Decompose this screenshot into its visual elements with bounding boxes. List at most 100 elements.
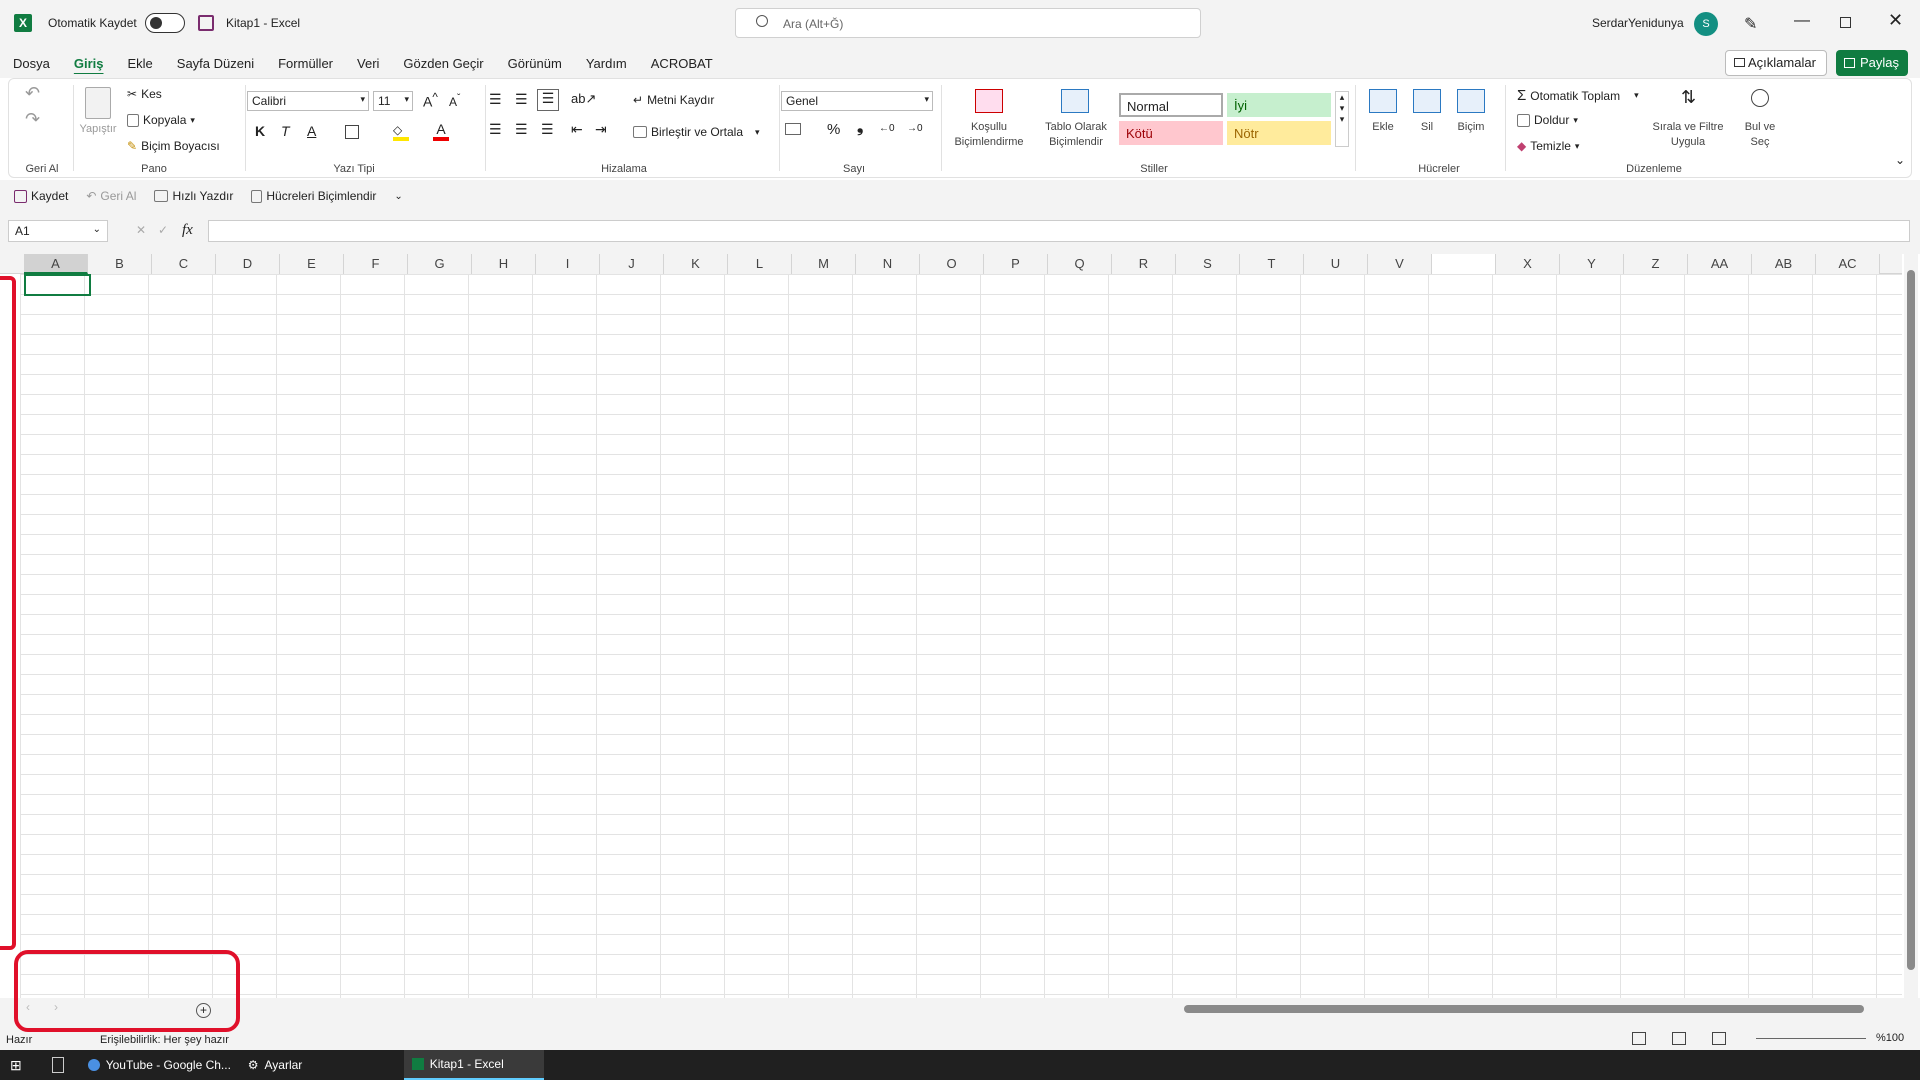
page-break-icon[interactable] — [1712, 1032, 1726, 1045]
font-color-icon[interactable]: A — [433, 121, 449, 141]
calculator-icon[interactable] — [51, 1057, 64, 1073]
undo-icon[interactable]: ↶ — [25, 83, 40, 104]
avatar[interactable]: S — [1694, 12, 1718, 36]
search-box[interactable]: Ara (Alt+Ğ) — [735, 8, 1201, 38]
column-header-f[interactable]: F — [344, 254, 408, 274]
find-select-icon[interactable] — [1751, 89, 1769, 107]
normal-view-icon[interactable] — [1632, 1032, 1646, 1045]
column-header-h[interactable]: H — [472, 254, 536, 274]
sort-filter-label-2[interactable]: Uygula — [1655, 136, 1721, 148]
italic-button[interactable]: T — [281, 123, 290, 139]
tab-gorunum[interactable]: Görünüm — [496, 56, 574, 71]
tab-sayfa-duzeni[interactable]: Sayfa Düzeni — [165, 56, 266, 71]
comma-icon[interactable]: ❟ — [857, 119, 863, 137]
page-layout-icon[interactable] — [1672, 1032, 1686, 1045]
format-as-table-label-2[interactable]: Biçimlendir — [1033, 136, 1119, 148]
increase-indent-icon[interactable]: ⇥ — [595, 121, 607, 138]
worksheet-grid[interactable]: A B C D E F G H I J K L M N O P Q R S T U V X Y Z AA AB AC — [0, 254, 1920, 998]
number-format-select[interactable]: Genel ▾ — [781, 91, 933, 111]
style-normal[interactable]: Normal — [1119, 93, 1223, 117]
underline-button[interactable]: A — [307, 123, 316, 139]
decrease-indent-icon[interactable]: ⇤ — [571, 121, 583, 138]
find-select-label-2[interactable]: Seç — [1737, 136, 1783, 148]
bold-button[interactable]: K — [255, 123, 265, 139]
align-bottom-icon[interactable]: ☰ — [537, 89, 559, 111]
user-name[interactable]: SerdarYenidunya — [1592, 16, 1684, 30]
column-header-t[interactable]: T — [1240, 254, 1304, 274]
column-header-w[interactable] — [1432, 254, 1496, 274]
scrollbar-thumb[interactable] — [1907, 270, 1915, 970]
active-cell-a1[interactable] — [24, 274, 91, 296]
column-header-j[interactable]: J — [600, 254, 664, 274]
qat-format-cells-button[interactable]: Hücreleri Biçimlendir — [251, 189, 376, 203]
qat-save-button[interactable]: Kaydet — [14, 189, 68, 203]
comments-button[interactable]: Açıklamalar — [1725, 50, 1827, 76]
column-header-z[interactable]: Z — [1624, 254, 1688, 274]
column-header-ab[interactable]: AB — [1752, 254, 1816, 274]
qat-undo-button[interactable]: ↶ Geri Al — [86, 189, 136, 203]
style-good[interactable]: İyi — [1227, 93, 1331, 117]
column-header-ac[interactable]: AC — [1816, 254, 1880, 274]
decrease-decimal-icon[interactable]: →0 — [907, 123, 923, 134]
zoom-slider[interactable] — [1756, 1038, 1866, 1039]
paste-icon[interactable] — [85, 87, 111, 119]
customize-qat-icon[interactable]: ⌄ — [394, 191, 402, 202]
collapse-ribbon-icon[interactable]: ⌄ — [1895, 153, 1905, 167]
column-header-b[interactable]: B — [88, 254, 152, 274]
format-cells-label[interactable]: Biçim — [1449, 121, 1493, 133]
enter-icon[interactable]: ✓ — [158, 223, 168, 237]
tab-yardim[interactable]: Yardım — [574, 56, 639, 71]
taskbar-item-settings[interactable]: ⚙ Ayarlar — [248, 1058, 398, 1072]
align-middle-icon[interactable]: ☰ — [515, 91, 528, 108]
style-bad[interactable]: Kötü — [1119, 121, 1223, 145]
sort-filter-label-1[interactable]: Sırala ve Filtre — [1647, 121, 1729, 133]
copy-button[interactable]: Kopyala ▾ — [127, 113, 195, 127]
qat-quick-print-button[interactable]: Hızlı Yazdır — [154, 189, 233, 203]
fill-button[interactable]: Doldur ▾ — [1517, 113, 1578, 127]
save-icon[interactable] — [198, 15, 214, 31]
align-right-icon[interactable]: ☰ — [541, 121, 554, 138]
redo-icon[interactable]: ↷ — [25, 109, 40, 130]
format-as-table-label-1[interactable]: Tablo Olarak — [1035, 121, 1117, 133]
tab-veri[interactable]: Veri — [345, 56, 391, 71]
cells-area[interactable] — [20, 274, 1902, 998]
orientation-icon[interactable]: ab↗ — [571, 91, 596, 107]
currency-icon[interactable] — [785, 123, 801, 135]
column-header-q[interactable]: Q — [1048, 254, 1112, 274]
cancel-icon[interactable]: ✕ — [136, 223, 146, 237]
column-header-s[interactable]: S — [1176, 254, 1240, 274]
minimize-icon[interactable]: — — [1794, 12, 1810, 30]
accessibility-status[interactable]: Erişilebilirlik: Her şey hazır — [100, 1034, 229, 1046]
paste-label[interactable]: Yapıştır — [75, 123, 121, 135]
autosave-toggle[interactable] — [145, 13, 185, 33]
font-size-select[interactable]: 11 ▾ — [373, 91, 413, 111]
percent-icon[interactable]: % — [827, 121, 840, 138]
cut-button[interactable]: ✂ Kes — [127, 87, 162, 101]
column-header-x[interactable]: X — [1496, 254, 1560, 274]
tab-ekle[interactable]: Ekle — [115, 56, 164, 71]
share-button[interactable]: Paylaş — [1836, 50, 1908, 76]
tab-dosya[interactable]: Dosya — [1, 56, 62, 71]
decrease-font-icon[interactable]: Aˇ — [449, 93, 460, 109]
tab-formuller[interactable]: Formüller — [266, 56, 345, 71]
conditional-format-icon[interactable] — [975, 89, 1003, 113]
horizontal-scrollbar[interactable] — [1170, 1002, 1900, 1014]
pen-icon[interactable]: ✎ — [1744, 14, 1757, 34]
column-header-c[interactable]: C — [152, 254, 216, 274]
column-header-v[interactable]: V — [1368, 254, 1432, 274]
column-header-a[interactable]: A — [24, 254, 88, 274]
merge-center-button[interactable]: Birleştir ve Ortala ▾ — [633, 125, 760, 139]
windows-start-icon[interactable]: ⊞ — [10, 1057, 22, 1074]
column-header-p[interactable]: P — [984, 254, 1048, 274]
borders-icon[interactable] — [345, 125, 359, 139]
name-box[interactable]: A1 ⌄ — [8, 220, 108, 242]
column-header-o[interactable]: O — [920, 254, 984, 274]
vertical-scrollbar[interactable] — [1904, 254, 1918, 998]
increase-decimal-icon[interactable]: ←0 — [879, 123, 895, 134]
column-header-n[interactable]: N — [856, 254, 920, 274]
insert-cells-label[interactable]: Ekle — [1365, 121, 1401, 133]
increase-font-icon[interactable]: A^ — [423, 91, 438, 110]
align-top-icon[interactable]: ☰ — [489, 91, 502, 108]
styles-scroll-icon[interactable]: ▴ ▾ ▾ — [1335, 91, 1349, 147]
column-header-m[interactable]: M — [792, 254, 856, 274]
